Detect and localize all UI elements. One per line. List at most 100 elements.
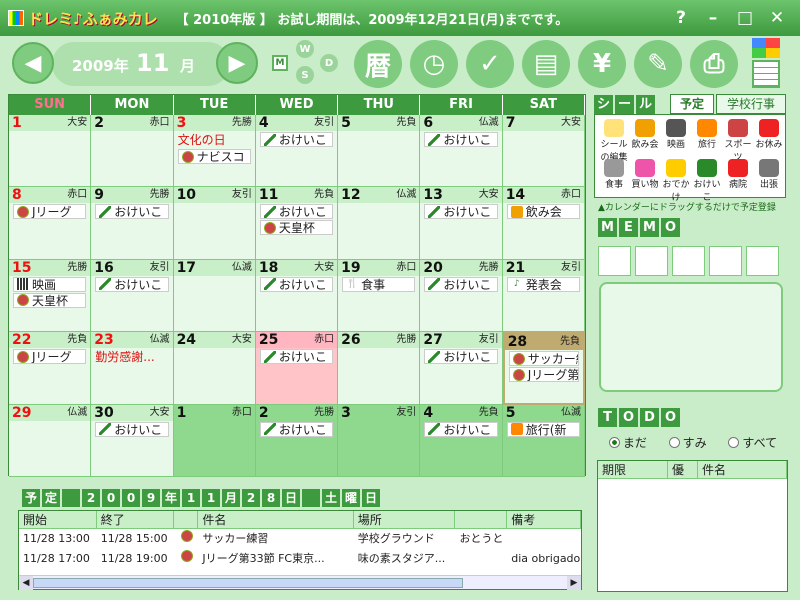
filter-pending-radio[interactable]: まだ — [608, 434, 647, 451]
day-cell[interactable]: 3 友引 — [338, 404, 421, 477]
sticker-item[interactable]: 出張 — [754, 159, 784, 190]
day-cell[interactable]: 16 友引 おけいこ — [91, 259, 174, 333]
sticker-item[interactable]: 旅行 — [692, 119, 722, 150]
sticker-item[interactable]: 食事 — [599, 159, 629, 190]
col-subject[interactable]: 件名 — [698, 461, 787, 478]
calendar-event[interactable]: ♪ 発表会 — [506, 276, 580, 292]
calendar-event[interactable]: おけいこ — [424, 204, 498, 220]
day-cell[interactable]: 21 友引 ♪ 発表会 — [502, 259, 585, 333]
day-cell[interactable]: 4 先負 おけいこ — [420, 404, 503, 477]
horizontal-scrollbar[interactable]: ◀ ▶ — [19, 575, 581, 590]
tab-yotei[interactable]: 予定 — [670, 94, 714, 114]
calendar-event[interactable]: おけいこ — [424, 349, 498, 365]
sticker-item[interactable]: おでかけ — [661, 159, 691, 203]
day-cell[interactable]: 8 赤口 Jリーグ — [9, 187, 92, 260]
prev-month-button[interactable]: ◀ — [12, 42, 54, 84]
sticker-item[interactable]: シール の編集 — [599, 119, 629, 163]
sticker-item[interactable]: 飲み会 — [630, 119, 660, 150]
sticker-item[interactable]: 買い物 — [630, 159, 660, 190]
day-cell[interactable]: 27 友引 おけいこ — [420, 332, 503, 405]
memo-book-button[interactable]: ▤ — [522, 40, 570, 88]
calendar-event[interactable]: 天皇杯 — [259, 220, 334, 236]
day-cell[interactable]: 15 先勝 映画 天皇杯 — [9, 259, 92, 333]
day-cell[interactable]: 2 先勝 おけいこ — [255, 404, 339, 477]
layout-grid-icon[interactable] — [752, 60, 780, 88]
sticker-item[interactable]: お休み — [754, 119, 784, 150]
todo-check-button[interactable]: ✓ — [466, 40, 514, 88]
calendar-event[interactable]: おけいこ — [259, 276, 334, 292]
scroll-thumb[interactable] — [33, 578, 463, 588]
close-button[interactable]: ✕ — [766, 8, 788, 28]
col-priority[interactable]: 優 — [668, 461, 698, 478]
day-cell[interactable]: 28 先負サッカー練Jリーグ第 — [502, 332, 585, 405]
detail-col-header[interactable] — [455, 511, 508, 528]
color-theme-button[interactable] — [752, 38, 780, 58]
day-cell[interactable]: 18 大安 おけいこ — [255, 259, 339, 333]
calendar-event[interactable]: おけいこ — [259, 132, 334, 147]
print-button[interactable]: ⎙ — [690, 40, 738, 88]
calendar-event[interactable]: おけいこ — [424, 421, 498, 437]
day-cell[interactable]: 19 赤口 🍴 食事 — [338, 259, 421, 333]
calendar-event[interactable]: おけいこ — [424, 132, 498, 147]
filter-all-radio[interactable]: すべて — [728, 434, 777, 451]
koyomi-button[interactable]: 暦 — [354, 40, 402, 88]
day-cell[interactable]: 5 先負 — [338, 115, 421, 188]
calendar-event[interactable]: おけいこ — [259, 421, 334, 437]
day-cell[interactable]: 23 仏滅 勤労感謝... — [91, 332, 174, 405]
day-cell[interactable]: 20 先勝 おけいこ — [420, 259, 503, 333]
day-cell[interactable]: 1 大安 — [9, 115, 92, 188]
memo-textarea[interactable] — [599, 282, 783, 392]
day-cell[interactable]: 2 赤口 — [91, 115, 174, 188]
day-cell[interactable]: 26 先勝 — [338, 332, 421, 405]
day-cell[interactable]: 25 赤口 おけいこ — [255, 332, 339, 405]
detail-col-header[interactable]: 終了 — [97, 511, 175, 528]
settings-button[interactable]: ✎ — [634, 40, 682, 88]
sticker-item[interactable]: おけいこ — [692, 159, 722, 203]
maximize-button[interactable]: □ — [734, 8, 756, 28]
detail-col-header[interactable] — [174, 511, 199, 528]
memo-tab[interactable] — [598, 246, 631, 276]
day-cell[interactable]: 1 赤口 — [173, 404, 256, 477]
day-cell[interactable]: 14 赤口 飲み会 — [502, 187, 585, 260]
view-day-button[interactable]: D — [320, 54, 338, 72]
sticker-item[interactable]: 映画 — [661, 119, 691, 150]
memo-tab[interactable] — [709, 246, 742, 276]
col-deadline[interactable]: 期限 — [598, 461, 668, 478]
calendar-event[interactable]: サッカー練 — [508, 351, 579, 367]
calendar-event[interactable]: おけいこ — [95, 421, 169, 437]
calendar-event[interactable]: 映画 — [13, 276, 87, 292]
memo-tab[interactable] — [672, 246, 705, 276]
day-cell[interactable]: 13 大安 おけいこ — [420, 187, 503, 260]
calendar-event[interactable]: Jリーグ — [13, 204, 87, 220]
schedule-detail-list[interactable]: 開始 終了 件名 場所 備考 11/28 13:00 11/28 15:00 サッカー練習 学… — [18, 510, 582, 590]
day-cell[interactable]: 29 仏滅 — [9, 404, 92, 477]
day-cell[interactable]: 24 大安 — [173, 332, 256, 405]
day-cell[interactable]: 4 友引 おけいこ — [255, 115, 339, 188]
day-cell[interactable]: 10 友引 — [173, 187, 256, 260]
day-cell[interactable]: 12 仏滅 — [338, 187, 421, 260]
day-cell[interactable]: 9 先勝 おけいこ — [91, 187, 174, 260]
help-button[interactable]: ? — [670, 8, 692, 28]
calendar-event[interactable]: おけいこ — [95, 276, 169, 292]
memo-tab[interactable] — [746, 246, 779, 276]
clock-button[interactable]: ◷ — [410, 40, 458, 88]
next-month-button[interactable]: ▶ — [216, 42, 258, 84]
day-cell[interactable]: 30 大安 おけいこ — [91, 404, 174, 477]
sticker-item[interactable]: 病院 — [723, 159, 753, 190]
view-week-button[interactable]: W — [296, 40, 314, 58]
detail-col-header[interactable]: 件名 — [198, 511, 354, 528]
todo-list[interactable]: 期限 優 件名 — [597, 460, 788, 592]
calendar-event[interactable]: おけいこ — [259, 349, 334, 365]
detail-row[interactable]: 11/28 13:00 11/28 15:00 サッカー練習 学校グラウンド おとうと — [19, 529, 581, 549]
detail-col-header[interactable]: 備考 — [507, 511, 581, 528]
detail-col-header[interactable]: 開始 — [19, 511, 97, 528]
sticker-item[interactable]: スポーツ — [723, 119, 753, 163]
day-cell[interactable]: 3 先勝 文化の日 ナビスコ — [173, 115, 256, 188]
calendar-event[interactable]: Jリーグ — [13, 349, 87, 365]
calendar-event[interactable]: Jリーグ第 — [508, 367, 579, 383]
day-cell[interactable]: 5 仏滅 旅行(新 — [502, 404, 585, 477]
calendar-event[interactable]: 天皇杯 — [13, 292, 87, 308]
calendar-event[interactable]: おけいこ — [424, 276, 498, 292]
detail-col-header[interactable]: 場所 — [354, 511, 456, 528]
view-month-button[interactable]: M — [272, 55, 288, 71]
